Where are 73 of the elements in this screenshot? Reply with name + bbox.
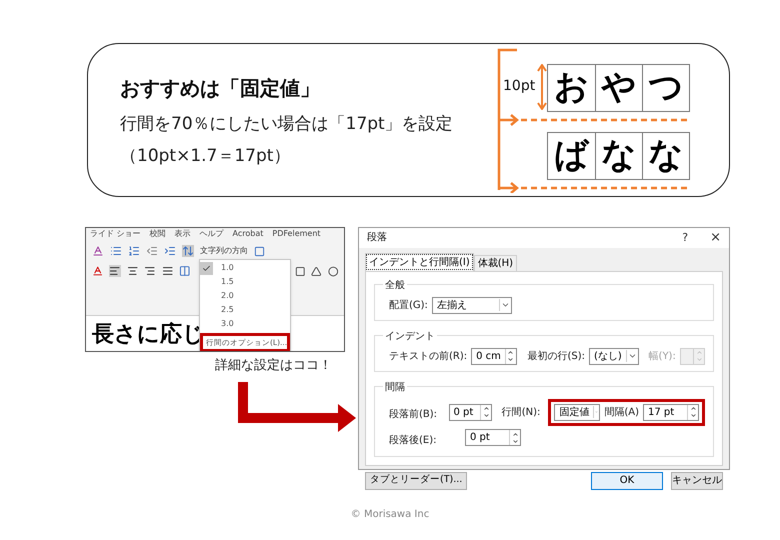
tip-text: 行間を70％にしたい場合は「17pt」を設定 — [120, 113, 454, 135]
ribbon-tab[interactable]: PDFelement — [272, 230, 321, 238]
ribbon-tab[interactable]: 校閲 — [150, 230, 166, 238]
spin-field[interactable]: 17 pt — [643, 404, 700, 420]
spin-arrows-icon[interactable] — [509, 430, 520, 445]
field-label: 配置(G): — [389, 298, 428, 312]
chevron-icon — [498, 299, 511, 311]
character-cell: や — [595, 64, 642, 110]
tip-text: （10pt×1.7＝17pt） — [120, 145, 292, 167]
columns-icon[interactable] — [179, 265, 191, 277]
group-title: 間隔 — [383, 380, 407, 394]
help-button[interactable]: ? — [682, 230, 688, 246]
ok-button[interactable]: OK — [591, 472, 663, 490]
spin-field[interactable]: 0 cm — [471, 348, 517, 364]
rectangle-icon[interactable] — [294, 266, 306, 276]
triangle-icon[interactable] — [311, 266, 322, 276]
circle-icon[interactable] — [328, 266, 338, 276]
ribbon-tab[interactable]: ヘルプ — [200, 230, 224, 238]
menu-item[interactable]: 2.0 — [200, 289, 290, 303]
dialog-title: 段落 — [367, 230, 388, 246]
spin-field[interactable] — [680, 348, 705, 364]
copyright-text: © Morisawa Inc — [350, 508, 430, 522]
close-button[interactable]: × — [710, 228, 721, 248]
field-label: 行間(N): — [502, 406, 540, 420]
height-arrow-icon — [537, 64, 548, 110]
dialog-tab[interactable]: 体裁(H) — [474, 254, 518, 270]
spin-field[interactable]: 0 pt — [448, 404, 492, 420]
tabs-leaders-button[interactable]: タブとリーダー(T)... — [365, 472, 468, 490]
menu-item[interactable]: 3.0 — [200, 317, 290, 331]
field-label: 段落前(B): — [389, 409, 438, 420]
dialog-tab[interactable]: インデントと行間隔(I) — [365, 252, 474, 270]
text-box-icon[interactable] — [254, 246, 265, 256]
field-label: 間隔(A) — [604, 406, 640, 420]
spin-field[interactable]: 0 pt — [465, 429, 521, 446]
dropdown[interactable]: (なし) — [589, 348, 639, 364]
group-title: 全般 — [383, 278, 407, 292]
decrease-indent-icon[interactable] — [146, 245, 158, 257]
dropdown[interactable]: 固定値 — [554, 404, 600, 420]
character-cell: つ — [642, 64, 689, 110]
character-cell: な — [595, 132, 642, 178]
text-direction-label[interactable]: 文字列の方向 — [200, 245, 248, 257]
dropdown[interactable]: 左揃え — [432, 296, 512, 314]
field-label: 最初の行(S): — [527, 350, 586, 364]
cancel-button[interactable]: キャンセル — [671, 472, 723, 490]
justify-icon[interactable] — [162, 265, 174, 277]
menu-item[interactable]: 1.5 — [200, 275, 290, 289]
check-icon — [202, 264, 211, 272]
ribbon-tab[interactable]: ライド ショー — [90, 230, 141, 238]
size-label: 10pt — [503, 77, 536, 96]
spin-arrows-icon[interactable] — [480, 404, 492, 420]
numbered-list-icon[interactable] — [128, 245, 140, 257]
tip-title: おすすめは「固定値」 — [120, 75, 321, 102]
field-label: テキストの前(R): — [389, 350, 468, 364]
character-cell-text: ば — [553, 134, 590, 177]
align-center-icon[interactable] — [126, 265, 138, 277]
chevron-icon — [626, 350, 638, 362]
group-title: インデント — [383, 328, 437, 344]
character-cell: な — [642, 132, 689, 178]
align-left-icon[interactable] — [109, 265, 121, 277]
ribbon-tab[interactable]: 表示 — [174, 230, 191, 238]
font-color-icon[interactable] — [92, 245, 104, 257]
field-label: 幅(Y): — [648, 350, 676, 364]
ribbon-tab[interactable]: Acrobat — [232, 230, 264, 238]
line-spacing-icon[interactable] — [182, 245, 194, 257]
menu-item[interactable]: 2.5 — [200, 303, 290, 317]
spin-arrows-icon[interactable] — [687, 404, 698, 420]
field-label: 段落後(E): — [389, 434, 436, 446]
callout-text: 詳細な設定はココ！ — [215, 357, 333, 375]
menu-item[interactable]: 1.0 — [200, 261, 290, 275]
increase-indent-icon[interactable] — [164, 245, 176, 257]
font-color-icon[interactable] — [92, 265, 104, 277]
character-cell-text: お — [553, 66, 590, 109]
align-right-icon[interactable] — [144, 265, 156, 277]
